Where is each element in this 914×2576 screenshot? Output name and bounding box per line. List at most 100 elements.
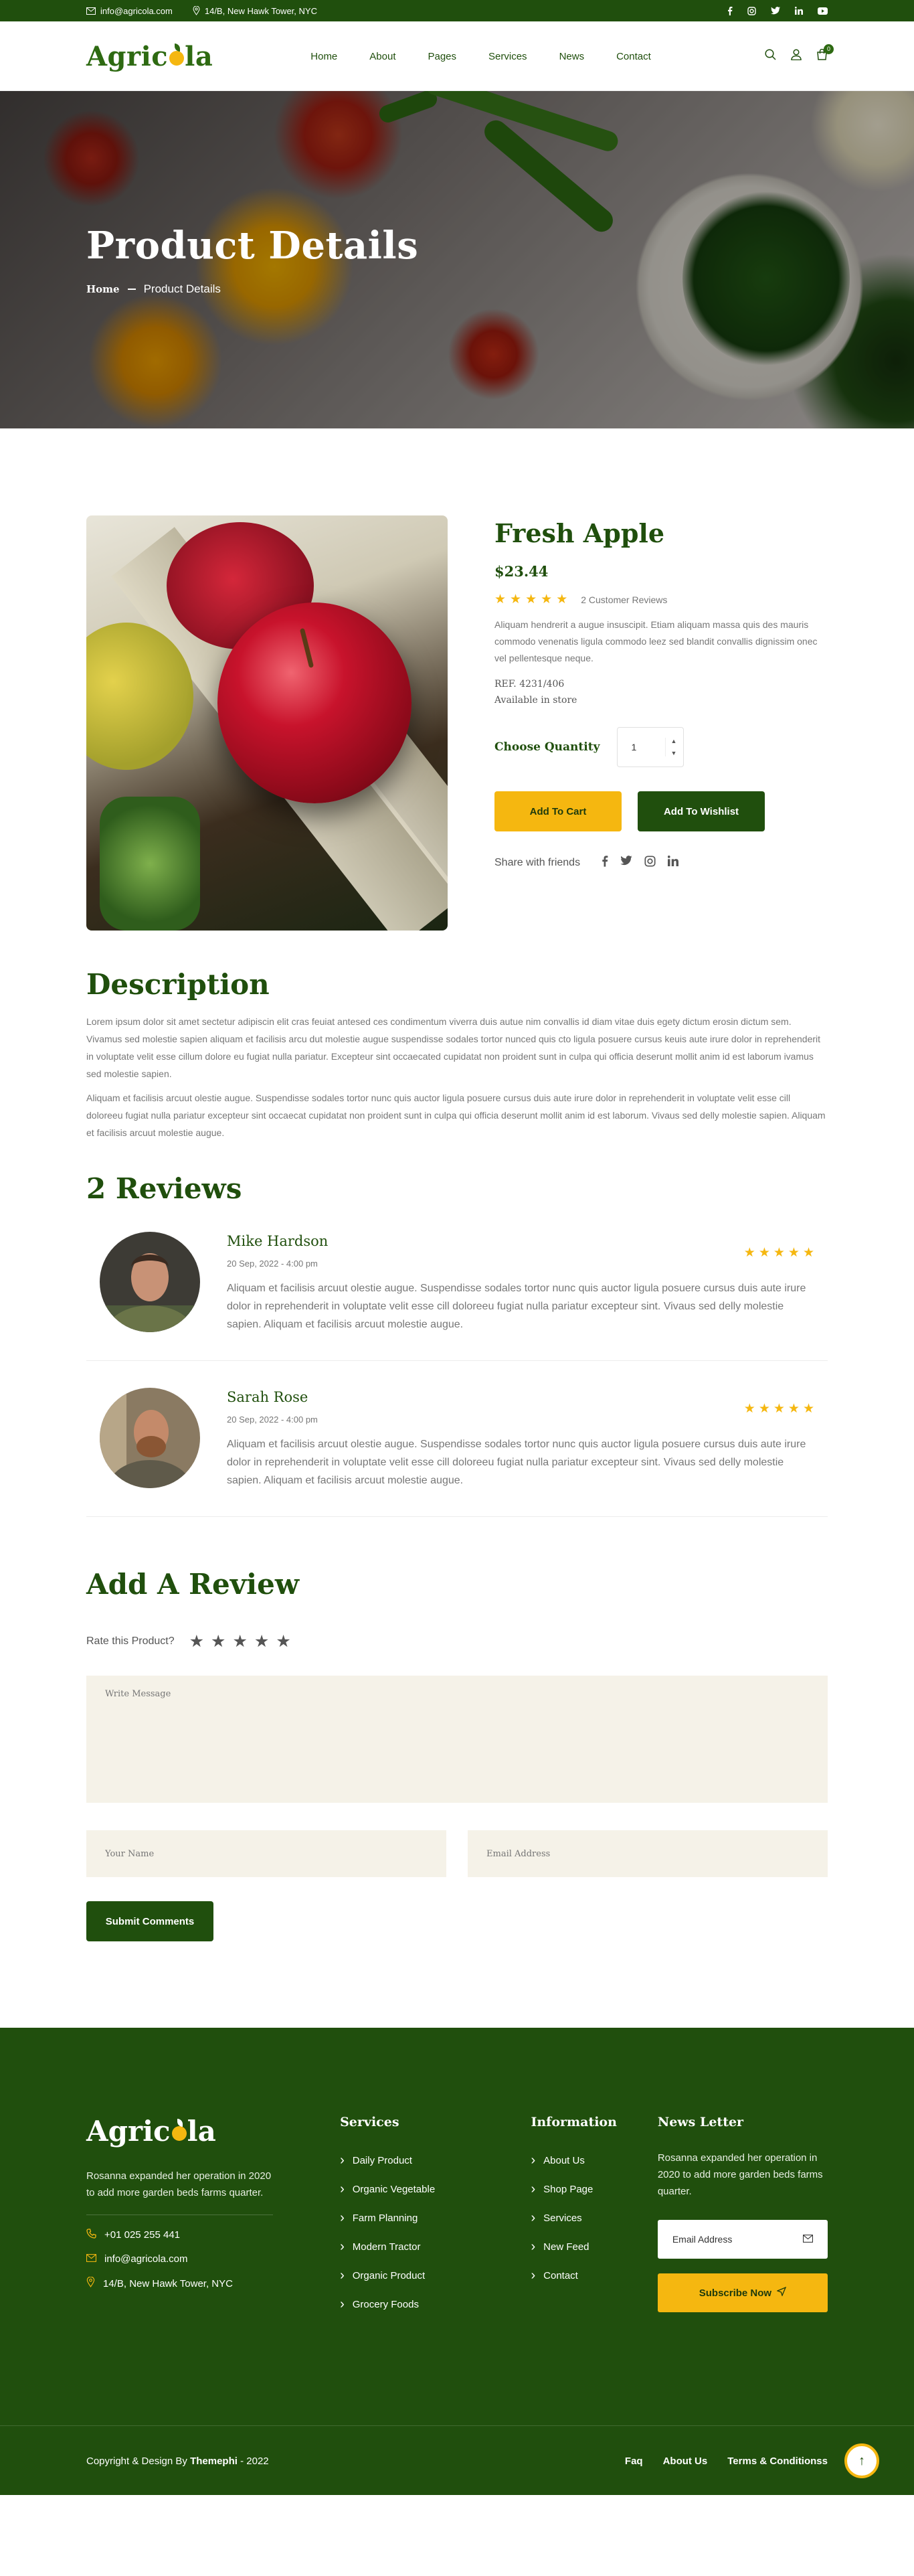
quantity-value[interactable]: 1 xyxy=(631,742,636,752)
footer-link[interactable]: About Us xyxy=(531,2152,657,2168)
star-icon: ★ xyxy=(758,1246,770,1260)
footer-logo[interactable]: Agric la xyxy=(86,2115,273,2148)
footer-bottom-link-faq[interactable]: Faq xyxy=(625,2456,643,2467)
star-icon: ★ xyxy=(541,592,553,607)
nav-item-about[interactable]: About xyxy=(369,51,395,62)
footer-about-text: Rosanna expanded her operation in 2020 t… xyxy=(86,2170,272,2198)
cart-icon[interactable]: 0 xyxy=(816,44,834,64)
linkedin-icon[interactable] xyxy=(795,7,803,15)
add-to-wishlist-button[interactable]: Add To Wishlist xyxy=(638,791,765,831)
footer-link[interactable]: New Feed xyxy=(531,2239,657,2254)
email-input[interactable] xyxy=(468,1830,828,1877)
topbar-email[interactable]: info@agricola.com xyxy=(86,6,173,16)
description-paragraph: Lorem ipsum dolor sit amet sectetur adip… xyxy=(86,1016,821,1079)
star-icon[interactable]: ★ xyxy=(232,1631,247,1652)
youtube-icon[interactable] xyxy=(818,7,828,15)
search-icon[interactable] xyxy=(765,49,776,64)
chevron-down-icon[interactable]: ▼ xyxy=(671,750,677,756)
product-name: Fresh Apple xyxy=(494,518,664,548)
footer-link[interactable]: Organic Product xyxy=(340,2267,464,2283)
footer-link[interactable]: Farm Planning xyxy=(340,2210,464,2225)
brand-logo-suffix: la xyxy=(185,40,213,72)
social-links xyxy=(727,6,828,15)
footer-logo-suffix: la xyxy=(187,2115,216,2148)
message-textarea[interactable] xyxy=(86,1676,828,1803)
product-section: Fresh Apple $23.44 ★ ★ ★ ★ ★ 2 Customer … xyxy=(86,515,828,931)
product-image xyxy=(86,515,448,931)
footer-link[interactable]: Daily Product xyxy=(340,2152,464,2168)
newsletter-placeholder: Email Address xyxy=(672,2234,733,2245)
quantity-label: Choose Quantity xyxy=(494,740,600,754)
brand-logo[interactable]: Agric la xyxy=(86,41,213,72)
instagram-icon[interactable] xyxy=(644,856,656,870)
product-price: $23.44 xyxy=(494,563,549,580)
nav-item-pages[interactable]: Pages xyxy=(428,51,456,62)
location-icon xyxy=(193,6,200,15)
reviewer-avatar xyxy=(100,1232,200,1332)
newsletter-email-input[interactable]: Email Address xyxy=(657,2220,828,2259)
description-section: Description Lorem ipsum dolor sit amet s… xyxy=(86,968,828,1141)
reviews-title: 2 Reviews xyxy=(86,1172,242,1205)
product-rating: ★ ★ ★ ★ ★ 2 Customer Reviews xyxy=(494,592,828,607)
name-input[interactable] xyxy=(86,1830,446,1877)
rate-label: Rate this Product? xyxy=(86,1635,175,1647)
nav-item-contact[interactable]: Contact xyxy=(616,51,651,62)
star-icon[interactable]: ★ xyxy=(189,1631,204,1652)
footer-link[interactable]: Services xyxy=(531,2210,657,2225)
nav-item-home[interactable]: Home xyxy=(310,51,337,62)
product-short-description: Aliquam hendrerit a augue insuscipit. Et… xyxy=(494,619,818,663)
footer-phone[interactable]: +01 025 255 441 xyxy=(86,2229,273,2241)
footer-link[interactable]: Modern Tractor xyxy=(340,2239,464,2254)
review-rating: ★ ★ ★ ★ ★ xyxy=(744,1401,814,1417)
reviewer-avatar xyxy=(100,1388,200,1488)
copyright-brand[interactable]: Themephi xyxy=(190,2456,238,2467)
add-to-cart-button[interactable]: Add To Cart xyxy=(494,791,622,831)
submit-comments-button[interactable]: Submit Comments xyxy=(86,1901,213,1941)
subscribe-button[interactable]: Subscribe Now xyxy=(657,2273,828,2312)
footer-bottom-link-terms[interactable]: Terms & Conditionss xyxy=(727,2456,828,2467)
footer-bottom-links: Faq About Us Terms & Conditionss xyxy=(625,2456,828,2467)
star-icon[interactable]: ★ xyxy=(254,1631,269,1652)
site-header: Agric la Home About Pages Services News C… xyxy=(0,21,914,91)
mail-icon xyxy=(803,2234,813,2245)
footer-email[interactable]: info@agricola.com xyxy=(86,2253,273,2265)
footer-link[interactable]: Contact xyxy=(531,2267,657,2283)
main-nav: Home About Pages Services News Contact xyxy=(310,51,651,62)
footer-link[interactable]: Organic Vegetable xyxy=(340,2181,464,2196)
footer-newsletter: News Letter Rosanna expanded her operati… xyxy=(657,2115,828,2312)
star-icon: ★ xyxy=(743,1246,755,1260)
facebook-icon[interactable] xyxy=(727,6,733,15)
share-icons xyxy=(602,856,679,870)
linkedin-icon[interactable] xyxy=(667,856,679,870)
instagram-icon[interactable] xyxy=(747,6,756,15)
footer-link[interactable]: Shop Page xyxy=(531,2181,657,2196)
footer-link[interactable]: Grocery Foods xyxy=(340,2296,464,2312)
review-rating: ★ ★ ★ ★ ★ xyxy=(744,1245,814,1261)
footer-address-text: 14/B, New Hawk Tower, NYC xyxy=(103,2277,233,2289)
star-icon: ★ xyxy=(773,1246,785,1260)
chevron-up-icon[interactable]: ▲ xyxy=(671,738,677,744)
star-icon[interactable]: ★ xyxy=(211,1631,225,1652)
add-review-title: Add A Review xyxy=(86,1568,300,1601)
breadcrumb-home[interactable]: Home xyxy=(86,283,120,295)
image-decoration xyxy=(100,797,200,931)
star-icon: ★ xyxy=(773,1402,785,1416)
star-icon: ★ xyxy=(758,1402,770,1416)
nav-item-news[interactable]: News xyxy=(559,51,585,62)
user-icon[interactable] xyxy=(791,49,802,64)
breadcrumb-current: Product Details xyxy=(143,283,221,295)
footer-logo-prefix: Agric xyxy=(86,2115,171,2148)
scroll-to-top-button[interactable]: ↑ xyxy=(844,2443,879,2478)
footer-bottom-link-about[interactable]: About Us xyxy=(663,2456,708,2467)
product-ref: REF. 4231/406 xyxy=(494,679,565,690)
quantity-stepper[interactable]: 1 ▲ ▼ xyxy=(617,727,684,767)
facebook-icon[interactable] xyxy=(602,856,608,870)
review-count[interactable]: 2 Customer Reviews xyxy=(581,594,667,605)
twitter-icon[interactable] xyxy=(771,7,780,15)
reviews-section: 2 Reviews Mike Hardson 20 Sep, 2022 - 4:… xyxy=(86,1172,828,1517)
twitter-icon[interactable] xyxy=(620,856,632,870)
star-icon[interactable]: ★ xyxy=(276,1631,290,1652)
star-icon: ★ xyxy=(788,1402,800,1416)
breadcrumb: Home Product Details xyxy=(86,283,828,296)
nav-item-services[interactable]: Services xyxy=(488,51,527,62)
